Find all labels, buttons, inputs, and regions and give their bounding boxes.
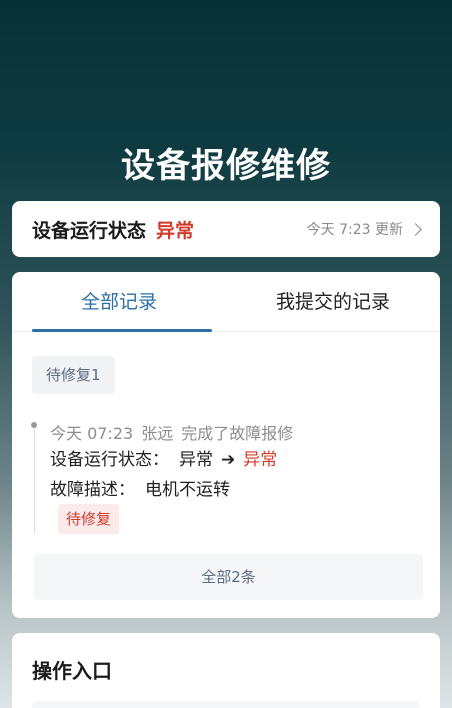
chevron-right-icon xyxy=(409,222,422,236)
log-status-to: 异常 xyxy=(243,450,278,470)
status-badge: 待修复 xyxy=(58,504,120,534)
status-update-link[interactable]: 今天 7:23 更新 xyxy=(306,219,422,239)
status-value: 异常 xyxy=(156,219,195,242)
arrow-right-icon: ➔ xyxy=(221,450,236,470)
log-time: 今天 07:23 xyxy=(50,424,134,443)
tab-my-records[interactable]: 我提交的记录 xyxy=(226,272,440,331)
operations-card: 操作入口 xyxy=(12,633,440,708)
active-tab-indicator xyxy=(32,329,212,332)
page-title: 设备报修维修 xyxy=(121,146,331,186)
timeline-line xyxy=(34,424,35,534)
records-card: 全部记录 我提交的记录 待修复1 今天 07:23 张远 完成了故障报修 设备运行状… xyxy=(12,272,440,618)
status-updated-time: 今天 7:23 更新 xyxy=(306,222,403,238)
tab-all-records[interactable]: 全部记录 xyxy=(12,272,226,331)
log-desc-value: 电机不运转 xyxy=(145,480,230,500)
log-status-from: 异常 xyxy=(179,450,213,470)
status-label: 设备运行状态 xyxy=(32,219,147,242)
view-all-button[interactable]: 全部2条 xyxy=(34,554,423,600)
log-user: 张远 xyxy=(141,424,174,443)
log-action: 完成了故障报修 xyxy=(181,424,294,443)
pending-filter-tag[interactable]: 待修复1 xyxy=(32,356,115,394)
device-status-card[interactable]: 设备运行状态 异常 今天 7:23 更新 xyxy=(12,201,440,257)
log-status-line: 设备运行状态： 异常 ➔ 异常 xyxy=(50,445,277,470)
operations-title: 操作入口 xyxy=(32,659,112,683)
log-desc-label: 故障描述： xyxy=(50,480,135,500)
log-meta: 今天 07:23 张远 完成了故障报修 xyxy=(50,420,293,444)
timeline-dot xyxy=(31,422,37,428)
record-tabs: 全部记录 我提交的记录 xyxy=(12,272,440,332)
log-desc-line: 故障描述： 电机不运转 xyxy=(50,475,230,500)
log-status-label: 设备运行状态： xyxy=(50,450,169,470)
operations-entry[interactable] xyxy=(32,701,420,708)
